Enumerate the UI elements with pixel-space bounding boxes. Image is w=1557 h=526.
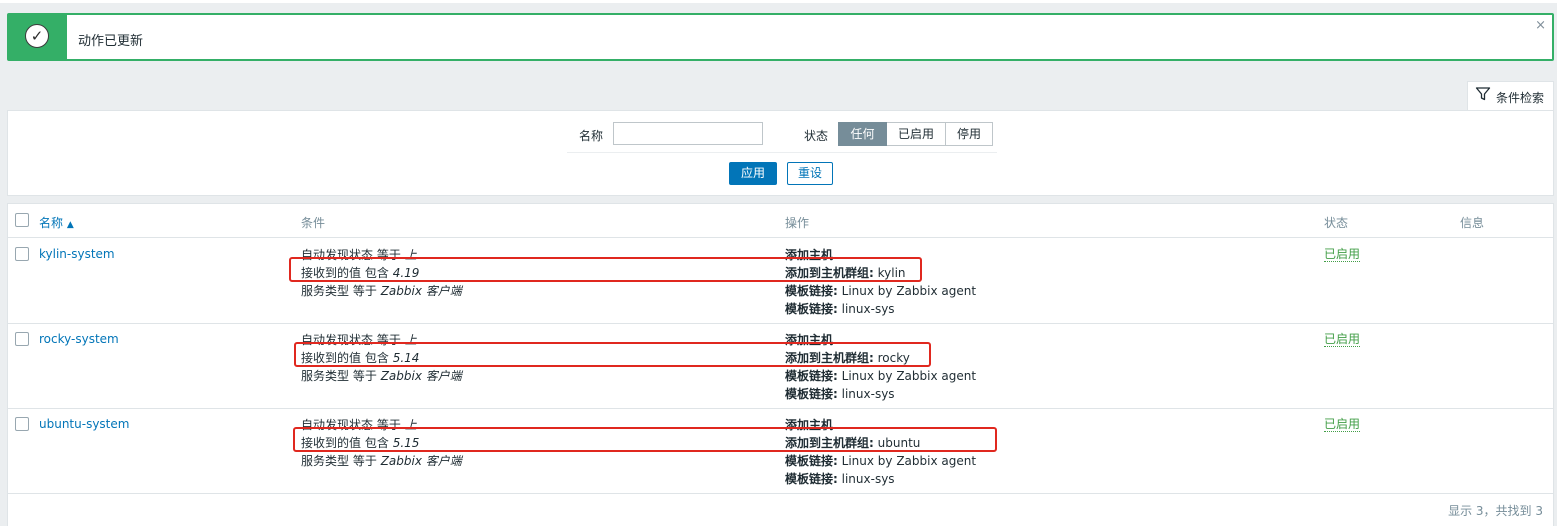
- operation-line: 模板链接: linux-sys: [785, 472, 895, 486]
- reset-button[interactable]: 重设: [787, 162, 833, 185]
- condition-line: 服务类型 等于 Zabbix 客户端: [301, 284, 462, 298]
- filter-name-input[interactable]: [613, 122, 763, 145]
- select-all-checkbox[interactable]: [15, 213, 29, 227]
- sort-asc-icon: ▲: [66, 220, 74, 230]
- operation-line: 模板链接: Linux by Zabbix agent: [785, 284, 977, 298]
- close-icon[interactable]: ×: [1535, 18, 1546, 33]
- check-icon: ✓: [25, 24, 49, 48]
- header-info: 信息: [1460, 216, 1485, 230]
- filter-status-label: 状态: [804, 129, 829, 143]
- actions-table: 名称 ▲ 条件 操作 状态 信息 kylin-system 自动发现状态 等于 …: [7, 203, 1554, 526]
- row-checkbox[interactable]: [15, 247, 29, 261]
- action-name-link[interactable]: rocky-system: [39, 332, 119, 346]
- filter-divider: [567, 152, 997, 153]
- message-text: 动作已更新: [78, 34, 144, 49]
- status-option-enabled[interactable]: 已启用: [887, 122, 946, 146]
- operation-line: 模板链接: linux-sys: [785, 387, 895, 401]
- status-enabled-link[interactable]: 已启用: [1324, 417, 1361, 432]
- annotation-highlight-box: [294, 342, 931, 367]
- table-header: 名称 ▲ 条件 操作 状态 信息: [8, 204, 1553, 238]
- status-option-any[interactable]: 任何: [838, 122, 887, 146]
- header-status: 状态: [1324, 216, 1349, 230]
- success-message: ✓ 动作已更新 ×: [7, 13, 1554, 61]
- table-row: rocky-system 自动发现状态 等于 上 接收到的值 包含 5.14 服…: [8, 323, 1553, 409]
- condition-line: 服务类型 等于 Zabbix 客户端: [301, 369, 462, 383]
- filter-tab-label: 条件检索: [1496, 91, 1545, 105]
- status-option-disabled[interactable]: 停用: [946, 122, 993, 146]
- apply-button[interactable]: 应用: [729, 162, 777, 185]
- message-icon-area: ✓: [9, 15, 67, 59]
- annotation-highlight-box: [289, 257, 922, 282]
- condition-line: 服务类型 等于 Zabbix 客户端: [301, 454, 462, 468]
- operation-line: 模板链接: linux-sys: [785, 302, 895, 316]
- operation-line: 模板链接: Linux by Zabbix agent: [785, 454, 977, 468]
- top-strip: [0, 0, 1557, 3]
- status-enabled-link[interactable]: 已启用: [1324, 332, 1361, 347]
- operation-line: 模板链接: Linux by Zabbix agent: [785, 369, 977, 383]
- filter-panel: 名称 状态 任何 已启用 停用 应用 重设: [7, 110, 1554, 196]
- header-operations: 操作: [785, 216, 810, 230]
- action-name-link[interactable]: kylin-system: [39, 247, 115, 261]
- filter-tab[interactable]: 条件检索: [1467, 81, 1554, 111]
- filter-name-label: 名称: [579, 129, 604, 143]
- header-conditions: 条件: [301, 216, 326, 230]
- row-checkbox[interactable]: [15, 332, 29, 346]
- action-name-link[interactable]: ubuntu-system: [39, 417, 129, 431]
- annotation-highlight-box: [293, 427, 997, 452]
- status-segmented-control: 任何 已启用 停用: [838, 122, 993, 146]
- filter-icon: [1475, 86, 1491, 105]
- pagination-summary: 显示 3，共找到 3: [1448, 504, 1543, 518]
- status-enabled-link[interactable]: 已启用: [1324, 247, 1361, 262]
- table-row: ubuntu-system 自动发现状态 等于 上 接收到的值 包含 5.15 …: [8, 408, 1553, 494]
- header-name[interactable]: 名称 ▲: [39, 214, 74, 231]
- row-checkbox[interactable]: [15, 417, 29, 431]
- table-row: kylin-system 自动发现状态 等于 上 接收到的值 包含 4.19 服…: [8, 238, 1553, 324]
